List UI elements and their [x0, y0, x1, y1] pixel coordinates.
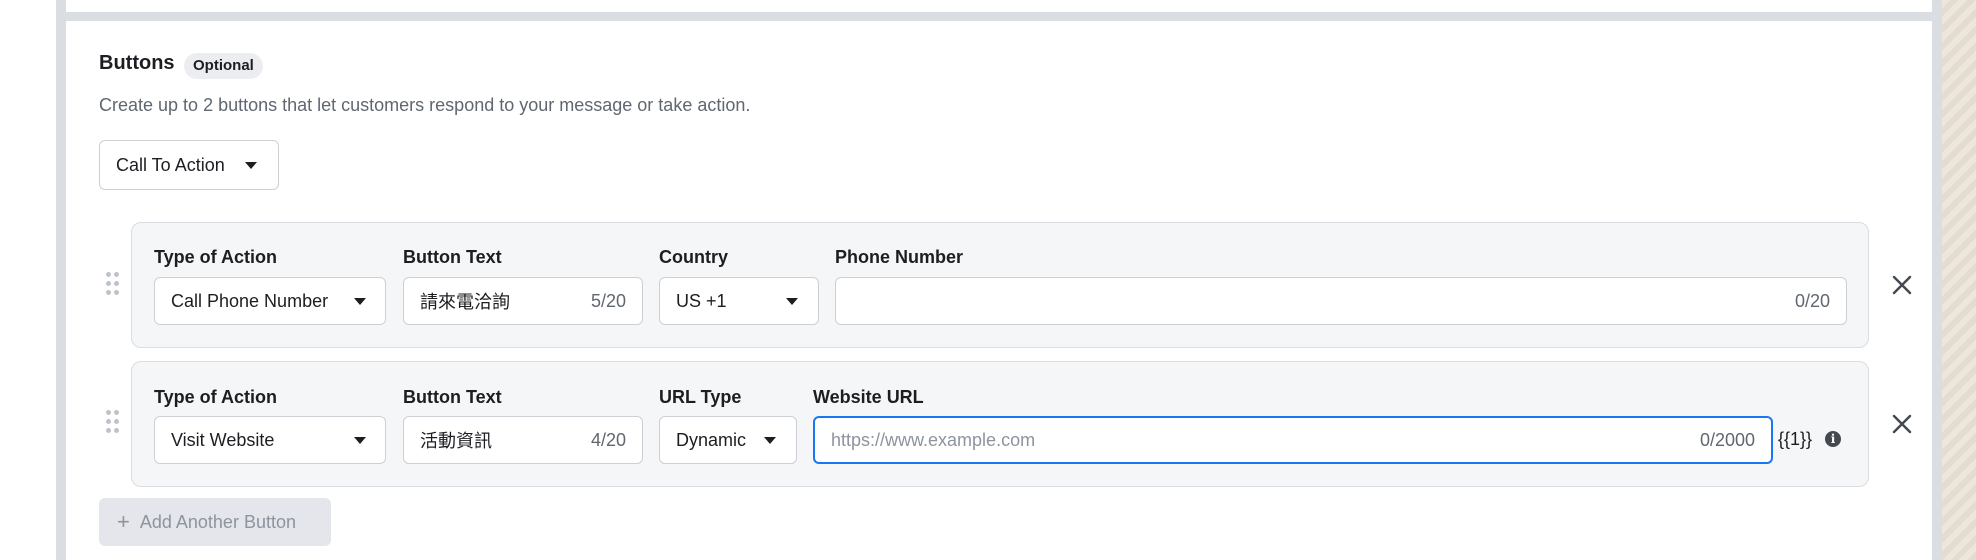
button-text-counter: 4/20: [590, 429, 626, 450]
call-to-action-dropdown[interactable]: Call To Action: [99, 140, 279, 190]
left-gutter: [0, 0, 56, 560]
button-text-value: 活動資訊: [420, 431, 492, 451]
phone-number-label: Phone Number: [835, 247, 964, 267]
type-of-action-dropdown[interactable]: Call Phone Number: [154, 277, 386, 325]
type-of-action-value: Visit Website: [171, 429, 275, 450]
country-value: US +1: [676, 290, 727, 311]
type-of-action-label: Type of Action: [154, 387, 277, 407]
previous-section-edge: [66, 0, 1932, 21]
url-type-dropdown[interactable]: Dynamic: [659, 416, 797, 464]
plus-icon: +: [117, 509, 130, 534]
section-title: Buttons: [99, 52, 175, 74]
info-icon[interactable]: i: [1825, 431, 1841, 447]
website-url-input[interactable]: https://www.example.com 0/2000: [813, 416, 1773, 464]
caret-down-icon: [764, 437, 776, 444]
type-of-action-value: Call Phone Number: [171, 290, 329, 311]
add-another-button[interactable]: + Add Another Button: [99, 498, 331, 546]
right-border: [1932, 0, 1942, 560]
type-of-action-label: Type of Action: [154, 247, 277, 267]
button-text-value: 請來電洽詢: [420, 292, 510, 312]
button-text-input[interactable]: 請來電洽詢 5/20: [403, 277, 643, 325]
url-type-value: Dynamic: [676, 429, 747, 450]
website-url-counter: 0/2000: [1699, 429, 1755, 450]
caret-down-icon: [354, 437, 366, 444]
type-of-action-dropdown[interactable]: Visit Website: [154, 416, 386, 464]
button-text-input[interactable]: 活動資訊 4/20: [403, 416, 643, 464]
url-type-label: URL Type: [659, 387, 742, 407]
country-label: Country: [659, 247, 728, 267]
button-text-label: Button Text: [403, 247, 502, 267]
close-icon[interactable]: [1890, 412, 1914, 436]
website-url-placeholder: https://www.example.com: [831, 429, 1036, 450]
drag-handle-icon[interactable]: [106, 272, 120, 296]
phone-number-input[interactable]: 0/20: [835, 277, 1847, 325]
caret-down-icon: [786, 298, 798, 305]
close-icon[interactable]: [1890, 273, 1914, 297]
website-url-label: Website URL: [813, 387, 924, 407]
country-dropdown[interactable]: US +1: [659, 277, 819, 325]
caret-down-icon: [354, 298, 366, 305]
button-text-counter: 5/20: [590, 290, 626, 311]
section-description: Create up to 2 buttons that let customer…: [99, 95, 751, 115]
phone-number-counter: 0/20: [1794, 290, 1830, 311]
drag-handle-icon[interactable]: [106, 410, 120, 434]
variable-token[interactable]: {{1}}: [1778, 429, 1812, 450]
caret-down-icon: [245, 162, 257, 169]
call-to-action-value: Call To Action: [116, 154, 225, 175]
right-background: [1942, 0, 1976, 560]
add-another-button-label: Add Another Button: [139, 511, 296, 532]
button-text-label: Button Text: [403, 387, 502, 407]
optional-badge: Optional: [184, 53, 263, 79]
left-border: [56, 0, 66, 560]
